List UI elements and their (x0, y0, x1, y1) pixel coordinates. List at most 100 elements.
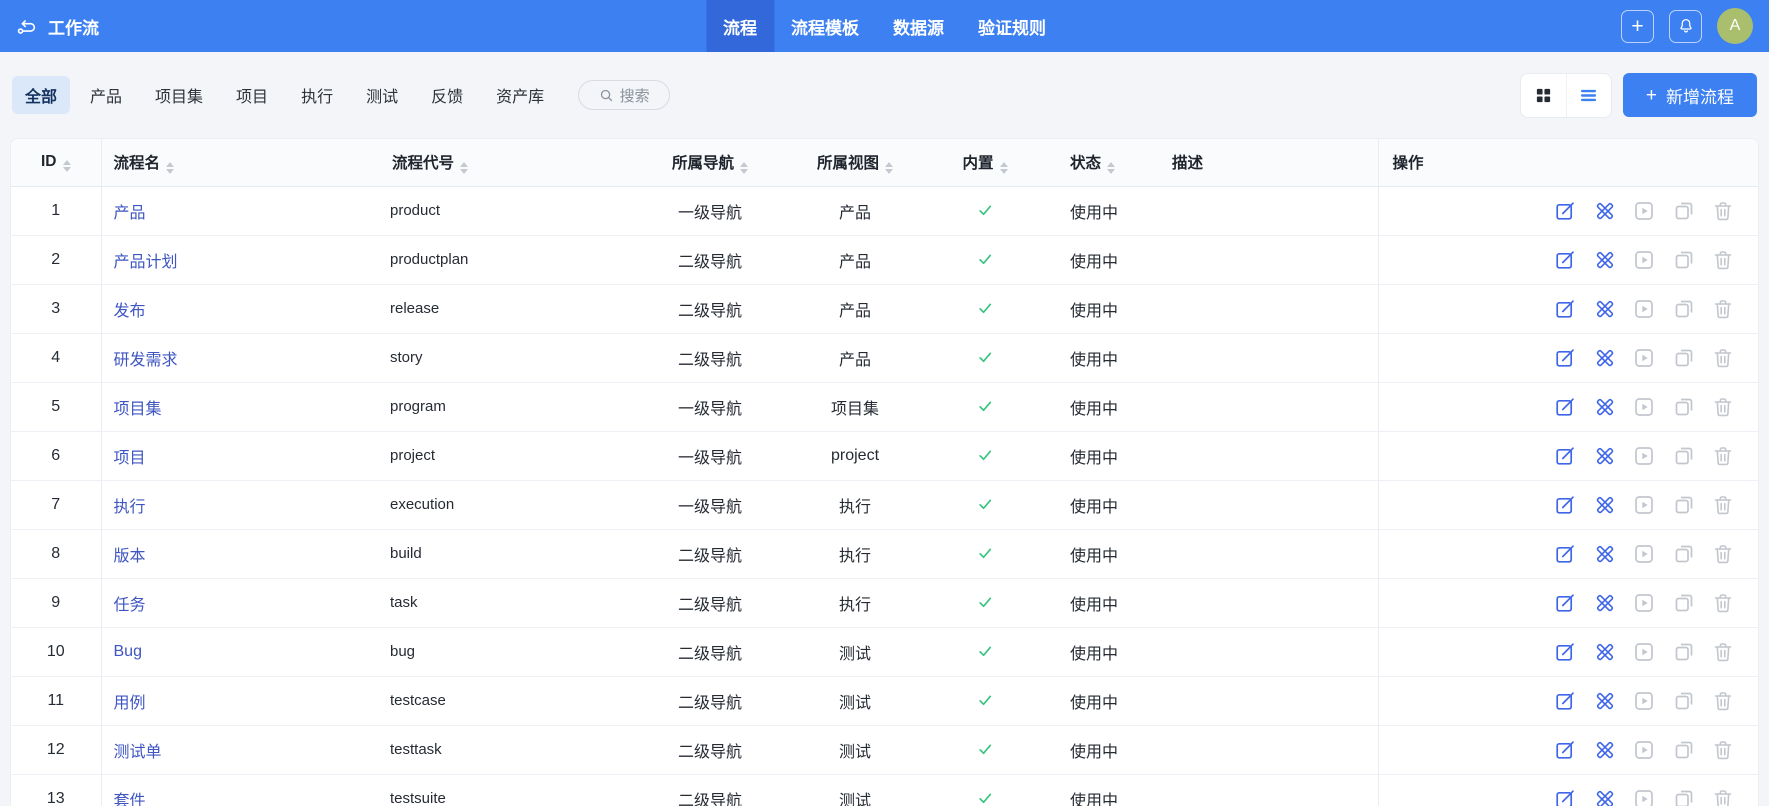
execute-icon[interactable] (1633, 494, 1655, 516)
copy-icon[interactable] (1673, 543, 1695, 565)
filter-tab-5[interactable]: 测试 (353, 76, 411, 114)
column-header-code[interactable]: 流程代号 (380, 139, 620, 186)
flow-name-link[interactable]: 产品计划 (114, 254, 178, 271)
design-icon[interactable] (1594, 396, 1616, 418)
design-icon[interactable] (1594, 739, 1616, 761)
column-header-builtin[interactable]: 内置 (910, 139, 1060, 186)
notification-button[interactable] (1669, 10, 1702, 43)
copy-icon[interactable] (1673, 641, 1695, 663)
flow-name-link[interactable]: 项目集 (114, 401, 162, 418)
design-icon[interactable] (1594, 200, 1616, 222)
delete-icon[interactable] (1712, 298, 1734, 320)
column-header-name[interactable]: 流程名 (101, 139, 380, 186)
execute-icon[interactable] (1633, 739, 1655, 761)
execute-icon[interactable] (1633, 788, 1655, 806)
edit-icon[interactable] (1554, 543, 1576, 565)
flow-name-link[interactable]: 版本 (114, 548, 146, 565)
edit-icon[interactable] (1554, 739, 1576, 761)
flow-name-link[interactable]: 产品 (114, 205, 146, 222)
filter-tab-7[interactable]: 资产库 (483, 76, 557, 114)
execute-icon[interactable] (1633, 200, 1655, 222)
edit-icon[interactable] (1554, 249, 1576, 271)
design-icon[interactable] (1594, 690, 1616, 712)
execute-icon[interactable] (1633, 641, 1655, 663)
filter-tab-1[interactable]: 产品 (77, 76, 135, 114)
sort-icon[interactable] (166, 162, 174, 174)
delete-icon[interactable] (1712, 347, 1734, 369)
sort-icon[interactable] (740, 162, 748, 174)
column-header-status[interactable]: 状态 (1060, 139, 1160, 186)
column-header-id[interactable]: ID (11, 139, 101, 186)
delete-icon[interactable] (1712, 200, 1734, 222)
filter-tab-4[interactable]: 执行 (288, 76, 346, 114)
copy-icon[interactable] (1673, 249, 1695, 271)
copy-icon[interactable] (1673, 739, 1695, 761)
delete-icon[interactable] (1712, 396, 1734, 418)
flow-name-link[interactable]: 研发需求 (114, 352, 178, 369)
delete-icon[interactable] (1712, 494, 1734, 516)
execute-icon[interactable] (1633, 592, 1655, 614)
design-icon[interactable] (1594, 249, 1616, 271)
copy-icon[interactable] (1673, 347, 1695, 369)
delete-icon[interactable] (1712, 788, 1734, 806)
edit-icon[interactable] (1554, 788, 1576, 806)
copy-icon[interactable] (1673, 445, 1695, 467)
flow-name-link[interactable]: 测试单 (114, 744, 162, 761)
design-icon[interactable] (1594, 347, 1616, 369)
edit-icon[interactable] (1554, 592, 1576, 614)
copy-icon[interactable] (1673, 788, 1695, 806)
sort-icon[interactable] (63, 160, 71, 172)
delete-icon[interactable] (1712, 543, 1734, 565)
execute-icon[interactable] (1633, 543, 1655, 565)
design-icon[interactable] (1594, 445, 1616, 467)
delete-icon[interactable] (1712, 641, 1734, 663)
sort-icon[interactable] (1000, 162, 1008, 174)
copy-icon[interactable] (1673, 396, 1695, 418)
filter-tab-0[interactable]: 全部 (12, 76, 70, 114)
delete-icon[interactable] (1712, 690, 1734, 712)
column-header-nav[interactable]: 所属导航 (620, 139, 800, 186)
copy-icon[interactable] (1673, 200, 1695, 222)
filter-tab-6[interactable]: 反馈 (418, 76, 476, 114)
search-input[interactable]: 搜索 (578, 80, 670, 110)
flow-name-link[interactable]: 发布 (114, 303, 146, 320)
list-view-button[interactable] (1566, 74, 1611, 117)
nav-tab-0[interactable]: 流程 (706, 0, 774, 52)
delete-icon[interactable] (1712, 592, 1734, 614)
filter-tab-2[interactable]: 项目集 (142, 76, 216, 114)
design-icon[interactable] (1594, 298, 1616, 320)
edit-icon[interactable] (1554, 396, 1576, 418)
execute-icon[interactable] (1633, 249, 1655, 271)
flow-name-link[interactable]: 用例 (114, 695, 146, 712)
copy-icon[interactable] (1673, 298, 1695, 320)
design-icon[interactable] (1594, 592, 1616, 614)
edit-icon[interactable] (1554, 641, 1576, 663)
edit-icon[interactable] (1554, 445, 1576, 467)
execute-icon[interactable] (1633, 347, 1655, 369)
grid-view-button[interactable] (1521, 74, 1566, 117)
sort-icon[interactable] (885, 162, 893, 174)
copy-icon[interactable] (1673, 592, 1695, 614)
design-icon[interactable] (1594, 494, 1616, 516)
design-icon[interactable] (1594, 641, 1616, 663)
execute-icon[interactable] (1633, 690, 1655, 712)
flow-name-link[interactable]: 任务 (114, 597, 146, 614)
nav-tab-2[interactable]: 数据源 (876, 0, 961, 52)
edit-icon[interactable] (1554, 690, 1576, 712)
column-header-view[interactable]: 所属视图 (800, 139, 910, 186)
flow-name-link[interactable]: 项目 (114, 450, 146, 467)
edit-icon[interactable] (1554, 200, 1576, 222)
user-avatar[interactable]: A (1717, 8, 1753, 44)
new-flow-button[interactable]: + 新增流程 (1623, 73, 1757, 117)
delete-icon[interactable] (1712, 445, 1734, 467)
copy-icon[interactable] (1673, 494, 1695, 516)
sort-icon[interactable] (1107, 162, 1115, 174)
flow-name-link[interactable]: 执行 (114, 499, 146, 516)
copy-icon[interactable] (1673, 690, 1695, 712)
execute-icon[interactable] (1633, 298, 1655, 320)
filter-tab-3[interactable]: 项目 (223, 76, 281, 114)
nav-tab-1[interactable]: 流程模板 (774, 0, 876, 52)
design-icon[interactable] (1594, 543, 1616, 565)
flow-name-link[interactable]: 套件 (114, 793, 146, 806)
nav-tab-3[interactable]: 验证规则 (961, 0, 1063, 52)
